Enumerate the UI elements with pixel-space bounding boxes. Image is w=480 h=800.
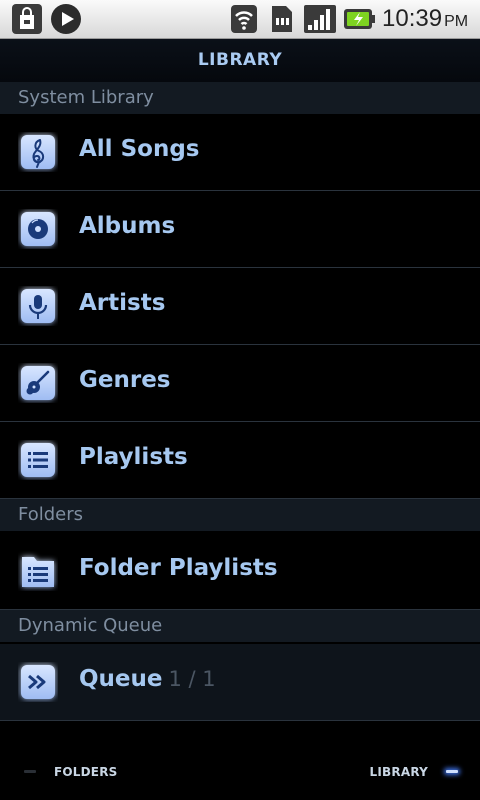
sd-card-icon xyxy=(272,6,292,32)
library-item-label: Queue 1 / 1 xyxy=(79,666,216,692)
status-time: 10:39 xyxy=(382,5,443,32)
library-item-label: Folder Playlists xyxy=(79,555,278,581)
section-header-folders: Folders xyxy=(0,499,480,531)
section-header-label: Folders xyxy=(18,504,84,525)
library-item-albums[interactable]: Albums xyxy=(0,191,480,268)
tab-library-label: LIBRARY xyxy=(369,765,428,779)
fast-forward-icon xyxy=(21,665,55,699)
library-item-label: Playlists xyxy=(79,444,188,470)
tab-library[interactable]: LIBRARY xyxy=(370,761,458,781)
title-bar: LIBRARY xyxy=(0,39,480,82)
queue-label: Queue xyxy=(79,666,163,692)
section-header-system-library: System Library xyxy=(0,82,480,114)
microphone-icon xyxy=(21,289,55,323)
bottom-tab-bar: FOLDERS LIBRARY xyxy=(0,740,480,800)
list-icon xyxy=(21,443,55,477)
library-item-label: Albums xyxy=(79,213,176,239)
library-item-label: Genres xyxy=(79,367,171,393)
cell-signal-icon xyxy=(304,5,336,33)
library-item-all-songs[interactable]: All Songs xyxy=(0,114,480,191)
tab-folders[interactable]: FOLDERS xyxy=(24,761,118,781)
library-item-playlists[interactable]: Playlists xyxy=(0,422,480,499)
tab-indicator-active xyxy=(446,770,458,773)
library-item-label: Artists xyxy=(79,290,166,316)
library-item-genres[interactable]: Genres xyxy=(0,345,480,422)
play-notification-icon[interactable] xyxy=(50,3,82,35)
status-ampm: PM xyxy=(444,13,469,30)
status-bar: 10:39 PM xyxy=(0,0,480,39)
library-item-label: All Songs xyxy=(79,136,200,162)
tab-folders-label: FOLDERS xyxy=(54,765,118,779)
folder-list-icon xyxy=(22,557,54,587)
status-clock: 10:39 PM xyxy=(382,5,468,33)
wifi-icon xyxy=(231,5,257,33)
library-item-folder-playlists[interactable]: Folder Playlists xyxy=(0,533,480,610)
section-header-dynamic-queue: Dynamic Queue xyxy=(0,610,480,642)
library-item-queue[interactable]: Queue 1 / 1 xyxy=(0,644,480,721)
shopping-bag-notification-icon[interactable] xyxy=(11,3,43,35)
page-title: LIBRARY xyxy=(197,50,283,70)
queue-count: 1 / 1 xyxy=(168,667,216,691)
screen: 10:39 PM LIBRARY System Library All Songs… xyxy=(0,0,480,800)
section-header-label: System Library xyxy=(18,87,154,108)
disc-icon xyxy=(21,212,55,246)
library-item-artists[interactable]: Artists xyxy=(0,268,480,345)
guitar-icon xyxy=(21,366,55,400)
tab-indicator-inactive xyxy=(24,770,36,773)
section-header-label: Dynamic Queue xyxy=(18,615,163,636)
battery-charging-icon xyxy=(344,9,375,29)
treble-clef-icon xyxy=(21,135,55,169)
